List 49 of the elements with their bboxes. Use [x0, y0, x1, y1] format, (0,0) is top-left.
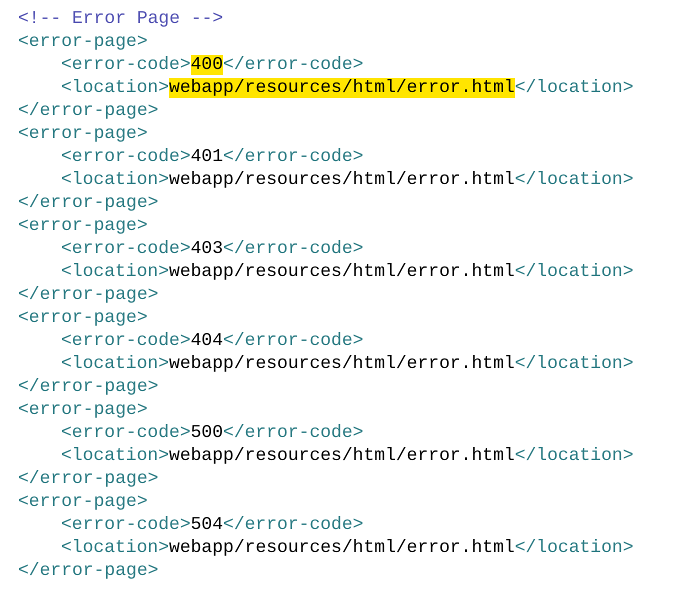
xml-tag: <location>	[61, 538, 170, 558]
location-value: webapp/resources/html/error.html	[169, 538, 515, 558]
xml-tag: <location>	[61, 170, 170, 190]
xml-tag: </error-page>	[18, 285, 158, 305]
error-code-value: 400	[190, 55, 224, 75]
location-value: webapp/resources/html/error.html	[169, 170, 515, 190]
error-code-value: 401	[190, 147, 224, 167]
xml-tag: <error-page>	[18, 492, 148, 512]
xml-tag: </error-code>	[223, 147, 364, 167]
xml-tag: </location>	[514, 170, 634, 190]
xml-tag: <error-code>	[61, 331, 191, 351]
xml-tag: </error-page>	[18, 193, 158, 213]
xml-tag: </location>	[514, 262, 634, 282]
error-code-value: 504	[190, 515, 224, 535]
xml-tag: </error-page>	[18, 561, 158, 581]
location-value: webapp/resources/html/error.html	[169, 78, 515, 98]
xml-tag: <location>	[61, 446, 170, 466]
xml-tag: </error-code>	[223, 55, 364, 75]
error-code-value: 403	[190, 239, 224, 259]
xml-tag: <error-page>	[18, 32, 148, 52]
xml-tag: </error-code>	[223, 331, 364, 351]
xml-tag: <error-code>	[61, 147, 191, 167]
xml-tag: <error-code>	[61, 423, 191, 443]
xml-tag: <error-page>	[18, 308, 148, 328]
error-code-value: 500	[190, 423, 224, 443]
location-value: webapp/resources/html/error.html	[169, 354, 515, 374]
xml-tag: </location>	[514, 538, 634, 558]
location-value: webapp/resources/html/error.html	[169, 262, 515, 282]
xml-tag: <error-page>	[18, 400, 148, 420]
code-comment: <!-- Error Page -->	[18, 9, 224, 29]
location-value: webapp/resources/html/error.html	[169, 446, 515, 466]
error-code-value: 404	[190, 331, 224, 351]
xml-tag: <error-code>	[61, 55, 191, 75]
xml-tag: </location>	[514, 446, 634, 466]
xml-tag: </error-code>	[223, 515, 364, 535]
xml-tag: <location>	[61, 78, 170, 98]
xml-tag: <location>	[61, 262, 170, 282]
xml-tag: </error-page>	[18, 469, 158, 489]
xml-tag: <error-code>	[61, 515, 191, 535]
xml-tag: </error-code>	[223, 423, 364, 443]
xml-tag: <location>	[61, 354, 170, 374]
xml-tag: <error-code>	[61, 239, 191, 259]
xml-tag: </error-page>	[18, 377, 158, 397]
xml-tag: </location>	[514, 354, 634, 374]
xml-tag: </error-code>	[223, 239, 364, 259]
xml-tag: </location>	[514, 78, 634, 98]
xml-tag: <error-page>	[18, 216, 148, 236]
xml-tag: <error-page>	[18, 124, 148, 144]
xml-tag: </error-page>	[18, 101, 158, 121]
